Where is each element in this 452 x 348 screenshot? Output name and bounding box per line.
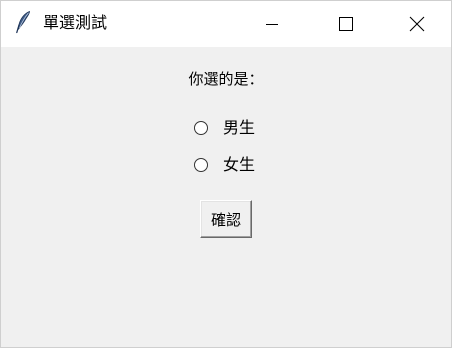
close-icon bbox=[409, 16, 425, 32]
app-window: 單選測試 你選的是： 男生 女生 確認 bbox=[0, 0, 452, 348]
confirm-button[interactable]: 確認 bbox=[200, 200, 252, 238]
maximize-icon bbox=[339, 17, 353, 31]
client-area: 你選的是： 男生 女生 確認 bbox=[1, 47, 451, 347]
radio-button[interactable] bbox=[194, 121, 208, 135]
minimize-button[interactable] bbox=[249, 1, 295, 47]
maximize-button[interactable] bbox=[323, 1, 369, 47]
radio-option-female[interactable]: 女生 bbox=[194, 154, 255, 176]
radio-option-male[interactable]: 男生 bbox=[194, 117, 255, 139]
close-button[interactable] bbox=[394, 1, 440, 47]
title-bar[interactable]: 單選測試 bbox=[1, 1, 451, 47]
selection-prompt: 你選的是： bbox=[188, 70, 264, 88]
radio-label: 女生 bbox=[223, 155, 256, 174]
minimize-icon bbox=[266, 24, 278, 25]
radio-button[interactable] bbox=[194, 158, 208, 172]
radio-label: 男生 bbox=[223, 118, 256, 137]
feather-icon bbox=[15, 10, 33, 34]
window-title: 單選測試 bbox=[43, 13, 108, 32]
